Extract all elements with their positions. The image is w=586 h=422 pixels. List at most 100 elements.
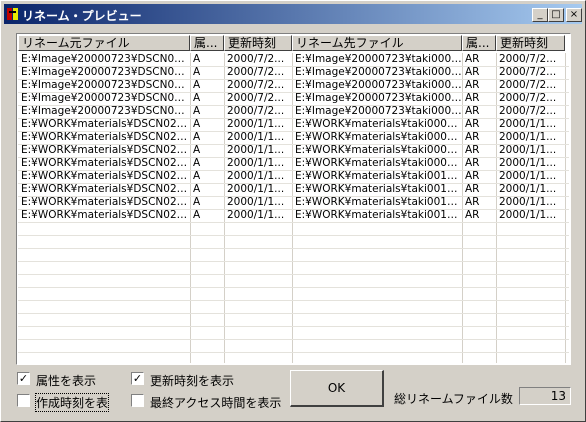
show-attributes-check-icon[interactable]: ✓ [17, 372, 30, 385]
table-cell: E:¥Image¥20000723¥taki0003... [295, 79, 462, 91]
column-header-source-file[interactable]: リネーム元ファイル [18, 35, 190, 51]
ok-button[interactable]: OK [290, 370, 384, 407]
table-cell: E:¥Image¥20000723¥DSCN055... [21, 66, 190, 78]
table-cell: A [193, 105, 201, 117]
table-cell: E:¥WORK¥materials¥taki0006... [295, 118, 462, 130]
show-created-label: 作成時刻を表 [34, 393, 110, 412]
table-cell: AR [465, 105, 480, 117]
rename-preview-list[interactable]: リネーム元ファイル 属... 更新時刻 リネーム先ファイル 属... 更新時刻 … [16, 33, 571, 365]
show-last-access-label: 最終アクセス時間を表示 [150, 396, 282, 410]
table-cell: A [193, 66, 201, 78]
table-cell: 2000/7/2... [227, 92, 285, 104]
rename-preview-window: リネーム・プレビュー _ □ × リネーム元ファイル 属... 更新時刻 リネー… [0, 0, 586, 422]
table-row[interactable]: E:¥WORK¥materials¥DSCN020... A 2000/1/1...… [18, 209, 569, 222]
table-cell: 2000/1/1... [227, 196, 285, 208]
table-cell: 2000/7/2... [227, 66, 285, 78]
table-row[interactable]: E:¥Image¥20000723¥DSCN055... A 2000/7/2...… [18, 92, 569, 105]
table-cell: 2000/7/2... [227, 53, 285, 65]
table-row[interactable]: E:¥Image¥20000723¥DSCN055... A 2000/7/2...… [18, 79, 569, 92]
table-cell: AR [465, 157, 480, 169]
table-cell: E:¥WORK¥materials¥DSCN020... [21, 118, 190, 130]
table-cell: 2000/1/1... [227, 157, 285, 169]
table-cell: 2000/1/1... [499, 183, 557, 195]
table-cell: E:¥WORK¥materials¥taki0011... [295, 183, 462, 195]
table-row[interactable]: E:¥WORK¥materials¥DSCN020... A 2000/1/1...… [18, 183, 569, 196]
table-cell: 2000/1/1... [227, 209, 285, 221]
show-modified-check-icon[interactable]: ✓ [131, 372, 144, 385]
table-cell: E:¥Image¥20000723¥DSCN055... [21, 92, 190, 104]
table-cell: E:¥Image¥20000723¥DSCN055... [21, 79, 190, 91]
table-cell: 2000/7/2... [499, 105, 557, 117]
show-last-access-check-icon[interactable] [131, 394, 144, 407]
table-cell: 2000/7/2... [499, 79, 557, 91]
table-cell: E:¥Image¥20000723¥DSCN054... [21, 53, 190, 65]
close-icon: × [569, 9, 579, 20]
table-cell: 2000/1/1... [227, 144, 285, 156]
table-cell: A [193, 170, 201, 182]
column-header-dest-file[interactable]: リネーム先ファイル [292, 35, 462, 51]
table-cell: E:¥WORK¥materials¥DSCN020... [21, 196, 190, 208]
table-row[interactable]: E:¥WORK¥materials¥DSCN020... A 2000/1/1...… [18, 144, 569, 157]
table-row[interactable]: E:¥WORK¥materials¥DSCN020... A 2000/1/1...… [18, 196, 569, 209]
table-cell: 2000/1/1... [227, 170, 285, 182]
table-cell: 2000/1/1... [227, 183, 285, 195]
column-header-dest-attr[interactable]: 属... [462, 35, 496, 51]
table-cell: 2000/1/1... [499, 170, 557, 182]
table-cell: E:¥WORK¥materials¥taki0008... [295, 144, 462, 156]
table-cell: A [193, 79, 201, 91]
table-cell: 2000/7/2... [499, 92, 557, 104]
minimize-button[interactable]: _ [532, 8, 548, 22]
maximize-button[interactable]: □ [548, 8, 564, 22]
table-cell: A [193, 92, 201, 104]
column-header-dest-modified[interactable]: 更新時刻 [496, 35, 565, 51]
table-cell: A [193, 144, 201, 156]
column-header-source-attr[interactable]: 属... [190, 35, 224, 51]
table-cell: A [193, 53, 201, 65]
table-cell: E:¥WORK¥materials¥DSCN020... [21, 183, 190, 195]
table-row[interactable]: E:¥WORK¥materials¥DSCN020... A 2000/1/1...… [18, 157, 569, 170]
table-cell: E:¥Image¥20000723¥DSCN055... [21, 105, 190, 117]
show-created-check-icon[interactable] [17, 394, 30, 407]
table-row[interactable]: E:¥WORK¥materials¥DSCN020... A 2000/1/1...… [18, 118, 569, 131]
table-cell: AR [465, 131, 480, 143]
column-header-source-modified[interactable]: 更新時刻 [224, 35, 292, 51]
table-cell: 2000/1/1... [499, 131, 557, 143]
table-row[interactable]: E:¥Image¥20000723¥DSCN054... A 2000/7/2...… [18, 53, 569, 66]
table-cell: E:¥WORK¥materials¥DSCN020... [21, 209, 190, 221]
table-cell: AR [465, 144, 480, 156]
close-button[interactable]: × [566, 8, 582, 22]
table-cell: E:¥WORK¥materials¥taki0009... [295, 157, 462, 169]
table-cell: 2000/1/1... [499, 157, 557, 169]
table-cell: AR [465, 170, 480, 182]
maximize-icon: □ [551, 9, 561, 20]
table-cell: 2000/1/1... [499, 196, 557, 208]
show-attributes-label: 属性を表示 [36, 374, 97, 388]
table-cell: E:¥WORK¥materials¥DSCN020... [21, 144, 190, 156]
total-rename-count-label: 総リネームファイル数 [394, 392, 513, 406]
total-rename-count-value: 13 [519, 387, 571, 405]
table-cell: 2000/7/2... [499, 66, 557, 78]
table-cell: E:¥WORK¥materials¥taki0007... [295, 131, 462, 143]
table-cell: E:¥WORK¥materials¥taki0013... [295, 209, 462, 221]
minimize-icon: _ [537, 9, 543, 20]
title-bar[interactable]: リネーム・プレビュー _ □ × [4, 4, 582, 24]
table-row[interactable]: E:¥Image¥20000723¥DSCN055... A 2000/7/2...… [18, 105, 569, 118]
table-row[interactable]: E:¥Image¥20000723¥DSCN055... A 2000/7/2...… [18, 66, 569, 79]
table-cell: AR [465, 209, 480, 221]
table-cell: 2000/1/1... [499, 209, 557, 221]
table-cell: A [193, 157, 201, 169]
table-cell: 2000/7/2... [499, 53, 557, 65]
table-cell: E:¥WORK¥materials¥DSCN020... [21, 131, 190, 143]
table-row[interactable]: E:¥WORK¥materials¥DSCN020... A 2000/1/1...… [18, 131, 569, 144]
table-cell: AR [465, 66, 480, 78]
list-header: リネーム元ファイル 属... 更新時刻 リネーム先ファイル 属... 更新時刻 [18, 35, 569, 53]
window-title: リネーム・プレビュー [22, 9, 142, 23]
table-cell: 2000/1/1... [227, 118, 285, 130]
table-cell: AR [465, 196, 480, 208]
table-cell: A [193, 209, 201, 221]
table-cell: E:¥WORK¥materials¥DSCN020... [21, 170, 190, 182]
table-row[interactable]: E:¥WORK¥materials¥DSCN020... A 2000/1/1...… [18, 170, 569, 183]
table-cell: A [193, 196, 201, 208]
table-cell: 2000/1/1... [499, 144, 557, 156]
table-cell: E:¥WORK¥materials¥taki0012... [295, 196, 462, 208]
